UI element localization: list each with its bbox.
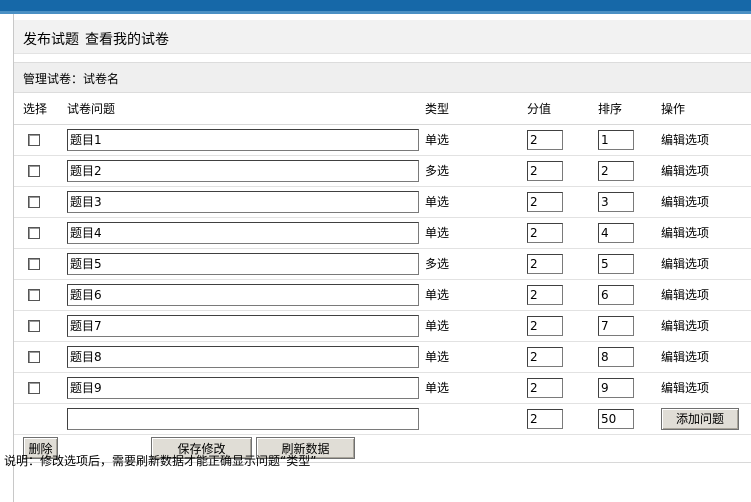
question-input[interactable] (67, 283, 419, 306)
table-row: 多选 编辑选项 (14, 155, 751, 187)
edit-options-link[interactable]: 编辑选项 (661, 319, 709, 333)
question-table: 选择 试卷问题 类型 分值 排序 操作 单选 编辑选项 多选 (14, 93, 751, 435)
nav-publish-link[interactable]: 发布试题 (23, 29, 79, 49)
edit-options-link[interactable]: 编辑选项 (661, 195, 709, 209)
row-select-checkbox[interactable] (28, 165, 40, 177)
new-question-row: 添加问题 (14, 403, 751, 435)
order-input[interactable] (598, 377, 634, 398)
header-score: 分值 (527, 93, 598, 125)
question-type: 单选 (425, 279, 527, 311)
question-type: 单选 (425, 310, 527, 342)
new-question-input[interactable] (67, 407, 419, 430)
header-action: 操作 (661, 93, 751, 125)
table-row: 单选 编辑选项 (14, 124, 751, 156)
edit-options-link[interactable]: 编辑选项 (661, 133, 709, 147)
order-input[interactable] (598, 191, 634, 212)
question-input[interactable] (67, 252, 419, 275)
question-type: 多选 (425, 155, 527, 187)
window-top-band (0, 0, 751, 14)
order-input[interactable] (598, 284, 634, 305)
table-row: 单选 编辑选项 (14, 341, 751, 373)
score-input[interactable] (527, 346, 563, 367)
manage-paper-header: 管理试卷：试卷名 (14, 62, 751, 93)
order-input[interactable] (598, 129, 634, 150)
order-input[interactable] (598, 222, 634, 243)
question-input[interactable] (67, 221, 419, 244)
header-order: 排序 (598, 93, 661, 125)
score-input[interactable] (527, 315, 563, 336)
question-input[interactable] (67, 314, 419, 337)
row-select-checkbox[interactable] (28, 320, 40, 332)
question-input[interactable] (67, 159, 419, 182)
table-row: 单选 编辑选项 (14, 186, 751, 218)
edit-options-link[interactable]: 编辑选项 (661, 288, 709, 302)
table-row: 多选 编辑选项 (14, 248, 751, 280)
row-select-checkbox[interactable] (28, 289, 40, 301)
question-type: 单选 (425, 217, 527, 249)
question-input[interactable] (67, 345, 419, 368)
score-input[interactable] (527, 129, 563, 150)
question-input[interactable] (67, 190, 419, 213)
row-select-checkbox[interactable] (28, 382, 40, 394)
header-type: 类型 (425, 93, 527, 125)
row-select-checkbox[interactable] (28, 258, 40, 270)
score-input[interactable] (527, 160, 563, 181)
score-input[interactable] (527, 253, 563, 274)
score-input[interactable] (527, 191, 563, 212)
question-type: 单选 (425, 124, 527, 156)
table-row: 单选 编辑选项 (14, 217, 751, 249)
row-select-checkbox[interactable] (28, 227, 40, 239)
question-type: 多选 (425, 248, 527, 280)
table-row: 单选 编辑选项 (14, 372, 751, 404)
score-input[interactable] (527, 284, 563, 305)
new-order-input[interactable] (598, 408, 634, 429)
edit-options-link[interactable]: 编辑选项 (661, 164, 709, 178)
main-panel: 发布试题 查看我的试卷 管理试卷：试卷名 选择 试卷问题 类型 分值 排序 操作… (14, 14, 751, 502)
nav-bar: 发布试题 查看我的试卷 (14, 20, 751, 54)
table-header-row: 选择 试卷问题 类型 分值 排序 操作 (14, 93, 751, 125)
left-frame-edge (0, 14, 14, 502)
header-select: 选择 (14, 93, 67, 125)
edit-options-link[interactable]: 编辑选项 (661, 350, 709, 364)
edit-options-link[interactable]: 编辑选项 (661, 226, 709, 240)
table-row: 单选 编辑选项 (14, 279, 751, 311)
row-select-checkbox[interactable] (28, 134, 40, 146)
edit-options-link[interactable]: 编辑选项 (661, 381, 709, 395)
edit-options-link[interactable]: 编辑选项 (661, 257, 709, 271)
manage-paper-label: 管理试卷：试卷名 (23, 72, 120, 86)
question-input[interactable] (67, 376, 419, 399)
order-input[interactable] (598, 346, 634, 367)
nav-view-my-papers-link[interactable]: 查看我的试卷 (85, 29, 169, 49)
question-type: 单选 (425, 372, 527, 404)
score-input[interactable] (527, 222, 563, 243)
order-input[interactable] (598, 160, 634, 181)
score-input[interactable] (527, 377, 563, 398)
help-note: 说明：修改选项后，需要刷新数据才能正确显示问题“类型” (4, 454, 317, 468)
question-input[interactable] (67, 128, 419, 151)
question-type: 单选 (425, 186, 527, 218)
table-row: 单选 编辑选项 (14, 310, 751, 342)
question-type: 单选 (425, 341, 527, 373)
row-select-checkbox[interactable] (28, 351, 40, 363)
order-input[interactable] (598, 253, 634, 274)
add-question-button[interactable]: 添加问题 (661, 407, 739, 430)
new-score-input[interactable] (527, 408, 563, 429)
order-input[interactable] (598, 315, 634, 336)
row-select-checkbox[interactable] (28, 196, 40, 208)
header-question: 试卷问题 (67, 93, 425, 125)
